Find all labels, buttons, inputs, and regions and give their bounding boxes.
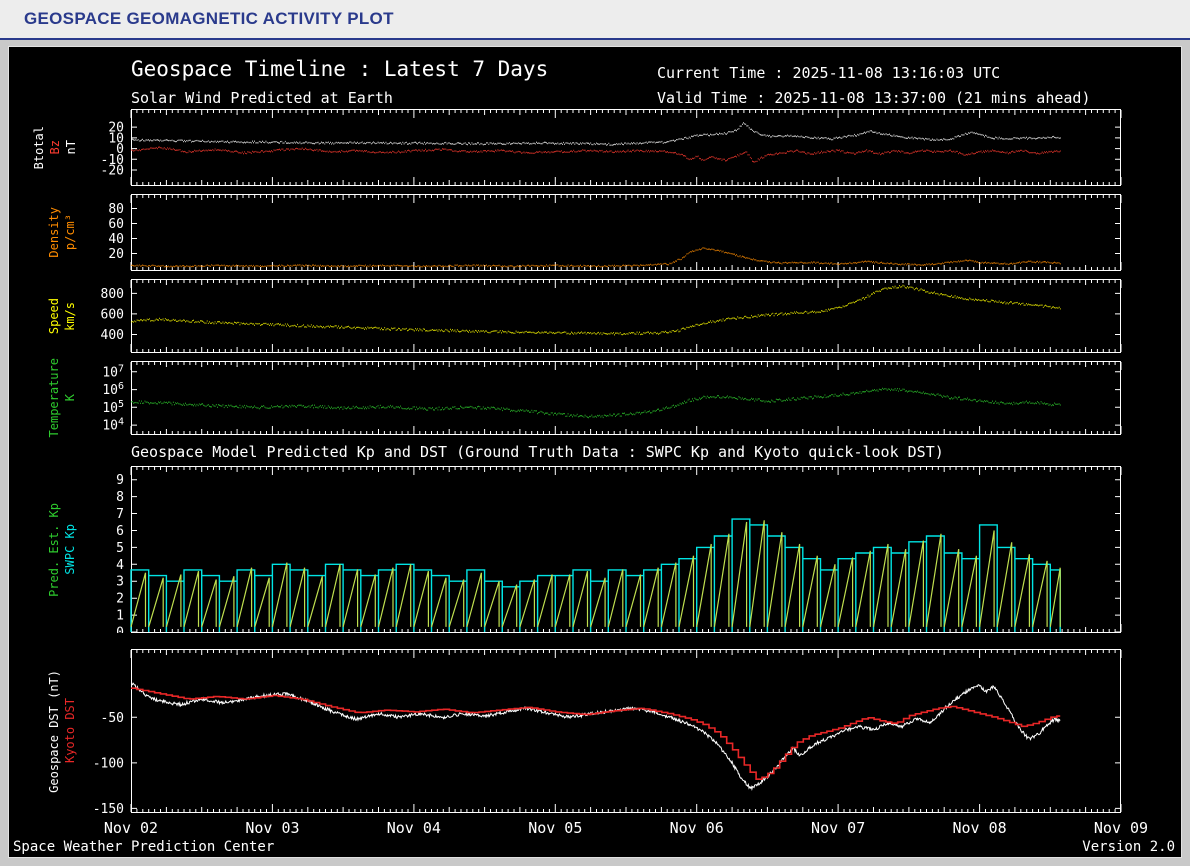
panel-speed: 800 600 400 [101,279,1122,353]
y-tick-label: 600 [101,307,124,322]
y-tick-label: 9 [116,473,124,488]
speed-axis-labels: Speed km/s [43,279,83,353]
geospace-activity-plot: Geospace Timeline : Latest 7 Days Curren… [8,46,1182,858]
solar-wind-subtitle: Solar Wind Predicted at Earth [131,89,393,107]
panel-kp: 9 8 7 6 5 4 3 2 1 0 [116,466,1122,634]
axis-ticks [130,650,1122,812]
axis-label-btotal: Btotal [32,125,47,170]
panel-border [131,109,1121,186]
series-Bz [131,146,1061,163]
plot-title: Geospace Timeline : Latest 7 Days [131,57,549,81]
x-axis-label: Nov 08 [952,819,1007,837]
x-axis-labels: Nov 02 Nov 03 Nov 04 Nov 05 Nov 06 Nov 07 Nov … [9,819,1181,839]
y-tick-label: 60 [108,217,124,232]
footer-version: Version 2.0 [1082,839,1175,855]
x-axis-label: Nov 05 [528,819,583,837]
y-tick-label: 7 [116,507,124,522]
kp-axis-labels: Pred. Est. Kp SWPC Kp [43,466,83,633]
y-tick-label: 3 [116,575,124,590]
density-axis-labels: Density p/cm³ [43,194,83,271]
axis-label-kelvin: K [63,394,77,402]
x-axis-label: Nov 03 [245,819,300,837]
y-tick-label: 6 [116,524,124,539]
axis-ticks [130,195,1122,270]
y-tick-label: 104 [102,417,124,434]
y-tick-label: 4 [116,558,124,573]
dst-axis-labels: Geospace DST (nT) Kyoto DST [43,649,83,813]
panel-border [131,194,1121,271]
axis-label-density-unit: p/cm³ [63,214,77,251]
y-tick-label: 800 [101,287,124,302]
panel-border [131,649,1121,813]
y-tick-label: 107 [102,363,124,380]
x-axis-label: Nov 04 [386,819,441,837]
y-tick-label: 2 [116,592,124,607]
x-axis-label: Nov 02 [103,819,159,837]
y-tick-label: 105 [102,399,124,416]
x-axis-label: Nov 06 [669,819,724,837]
panel-border [131,361,1121,435]
series-SWPC Kp [130,518,1061,632]
panel-temperature: 107106105104 [102,361,1122,435]
axis-ticks [130,362,1122,434]
axis-ticks [130,110,1122,185]
axis-label-nt: nT [63,140,78,155]
axis-label-speed-unit: km/s [63,301,77,331]
panel-density: 80604020 [108,194,1122,271]
page-title: GEOSPACE GEOMAGNETIC ACTIVITY PLOT [24,9,394,28]
axis-label-bz: Bz [48,140,63,155]
series-Btotal [131,122,1061,146]
axis-label-density: Density [47,207,62,258]
bfield-axis-labels: Btotal Bz nT [29,109,83,186]
y-tick-label: 40 [108,232,124,247]
y-tick-label: -20 [101,164,124,179]
panel-dst: -50 -100 -150 [93,649,1122,813]
axis-label-temperature: Temperature [47,358,62,438]
series-Density [131,247,1061,268]
axis-label-speed: Speed [47,297,62,335]
current-time-label: Current Time : 2025-11-08 13:16:03 UTC [657,64,1001,82]
x-axis-label: Nov 07 [811,819,866,837]
y-tick-label: 8 [116,490,124,505]
temperature-axis-labels: Temperature K [43,358,83,438]
valid-time-label: Valid Time : 2025-11-08 13:37:00 (21 min… [657,89,1091,107]
series-Geospace DST [130,682,1061,791]
series-Pred. Est. Kp [130,520,1061,628]
y-tick-label: 1 [116,609,124,624]
footer-credit: Space Weather Prediction Center [13,839,275,855]
panel-bfield: 20100-10-20 [101,109,1122,186]
panel-border [131,279,1121,353]
axis-ticks [130,280,1122,352]
kp-section-title: Geospace Model Predicted Kp and DST (Gro… [131,443,944,461]
series-Speed [131,284,1061,336]
page: GEOSPACE GEOMAGNETIC ACTIVITY PLOT Geosp… [0,0,1190,858]
axis-label-swpc-kp: SWPC Kp [63,524,77,575]
y-tick-label: -150 [93,802,124,813]
page-header: GEOSPACE GEOMAGNETIC ACTIVITY PLOT [0,0,1190,40]
axis-label-geospace-dst: Geospace DST (nT) [47,669,62,793]
series-Temperature [131,387,1061,419]
y-tick-label: -100 [93,756,124,771]
y-tick-label: 0 [116,626,124,634]
y-tick-label: 80 [108,202,124,217]
y-tick-label: -50 [101,711,124,726]
y-tick-label: 20 [108,247,124,262]
y-tick-label: 106 [102,381,124,398]
axis-label-pred-kp: Pred. Est. Kp [47,502,62,597]
series-Kyoto DST [131,687,1061,780]
x-axis-label: Nov 09 [1093,819,1149,837]
y-tick-label: 400 [101,328,124,343]
axis-label-kyoto-dst: Kyoto DST [63,698,77,764]
y-tick-label: 5 [116,541,124,556]
